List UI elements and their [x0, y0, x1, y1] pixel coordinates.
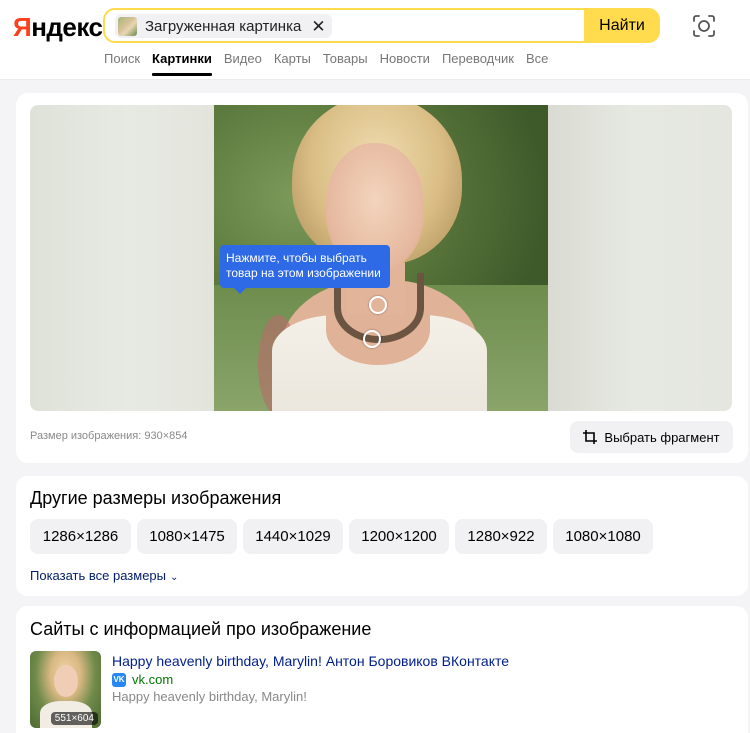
search-box[interactable]: Загруженная картинка ✕ Найти [103, 8, 660, 43]
site-domain-link[interactable]: VK vk.com [112, 672, 173, 687]
size-option[interactable]: 1080×1475 [137, 519, 237, 554]
site-result-title[interactable]: Happy heavenly birthday, Marylin! Антон … [112, 653, 509, 669]
header: Яндекс Загруженная картинка ✕ Найти Поис… [0, 0, 750, 80]
tab-translator[interactable]: Переводчик [442, 51, 514, 77]
thumbnail-size-badge: 551×604 [50, 712, 98, 725]
other-sizes-title: Другие размеры изображения [30, 488, 282, 508]
size-list: 1286×1286 1080×1475 1440×1029 1200×1200 … [30, 519, 659, 554]
site-description: Happy heavenly birthday, Marylin! [112, 689, 307, 704]
image-viewer: Нажмите, чтобы выбрать товар на этом изо… [30, 105, 732, 411]
crop-icon [583, 430, 598, 444]
product-tooltip: Нажмите, чтобы выбрать товар на этом изо… [220, 245, 390, 294]
sites-card: Сайты с информацией про изображение 551×… [16, 606, 748, 733]
select-fragment-button[interactable]: Выбрать фрагмент [570, 421, 733, 453]
size-option[interactable]: 1080×1080 [553, 519, 653, 554]
product-hotspot[interactable] [369, 296, 387, 314]
site-thumbnail[interactable]: 551×604 [30, 651, 101, 728]
yandex-logo[interactable]: Яндекс [13, 12, 103, 43]
close-icon[interactable]: ✕ [311, 18, 325, 35]
size-option[interactable]: 1200×1200 [349, 519, 449, 554]
uploaded-image-chip[interactable]: Загруженная картинка ✕ [115, 14, 332, 38]
product-hotspot[interactable] [363, 330, 381, 348]
tab-products[interactable]: Товары [323, 51, 368, 77]
tab-video[interactable]: Видео [224, 51, 262, 77]
show-all-sizes-link[interactable]: Показать все размеры ⌄ [30, 568, 178, 583]
search-tabs: Поиск Картинки Видео Карты Товары Новост… [104, 51, 560, 77]
uploaded-image-chip-label: Загруженная картинка [145, 17, 302, 35]
image-size-label: Размер изображения: 930×854 [30, 430, 188, 442]
image-viewer-card: Нажмите, чтобы выбрать товар на этом изо… [16, 93, 748, 463]
tab-images[interactable]: Картинки [152, 51, 212, 77]
camera-lens-icon[interactable] [691, 13, 717, 39]
chevron-down-icon: ⌄ [170, 572, 179, 583]
uploaded-image-thumbnail [118, 16, 137, 36]
select-fragment-label: Выбрать фрагмент [604, 429, 720, 445]
find-button[interactable]: Найти [584, 8, 660, 43]
vk-icon: VK [112, 672, 126, 687]
sites-title: Сайты с информацией про изображение [30, 619, 372, 639]
size-option[interactable]: 1280×922 [455, 519, 547, 554]
size-option[interactable]: 1286×1286 [30, 519, 131, 554]
tab-news[interactable]: Новости [380, 51, 430, 77]
tab-all[interactable]: Все [526, 51, 548, 77]
other-sizes-card: Другие размеры изображения 1286×1286 108… [16, 476, 748, 596]
size-option[interactable]: 1440×1029 [243, 519, 343, 554]
tab-search[interactable]: Поиск [104, 51, 140, 77]
tab-maps[interactable]: Карты [274, 51, 311, 77]
